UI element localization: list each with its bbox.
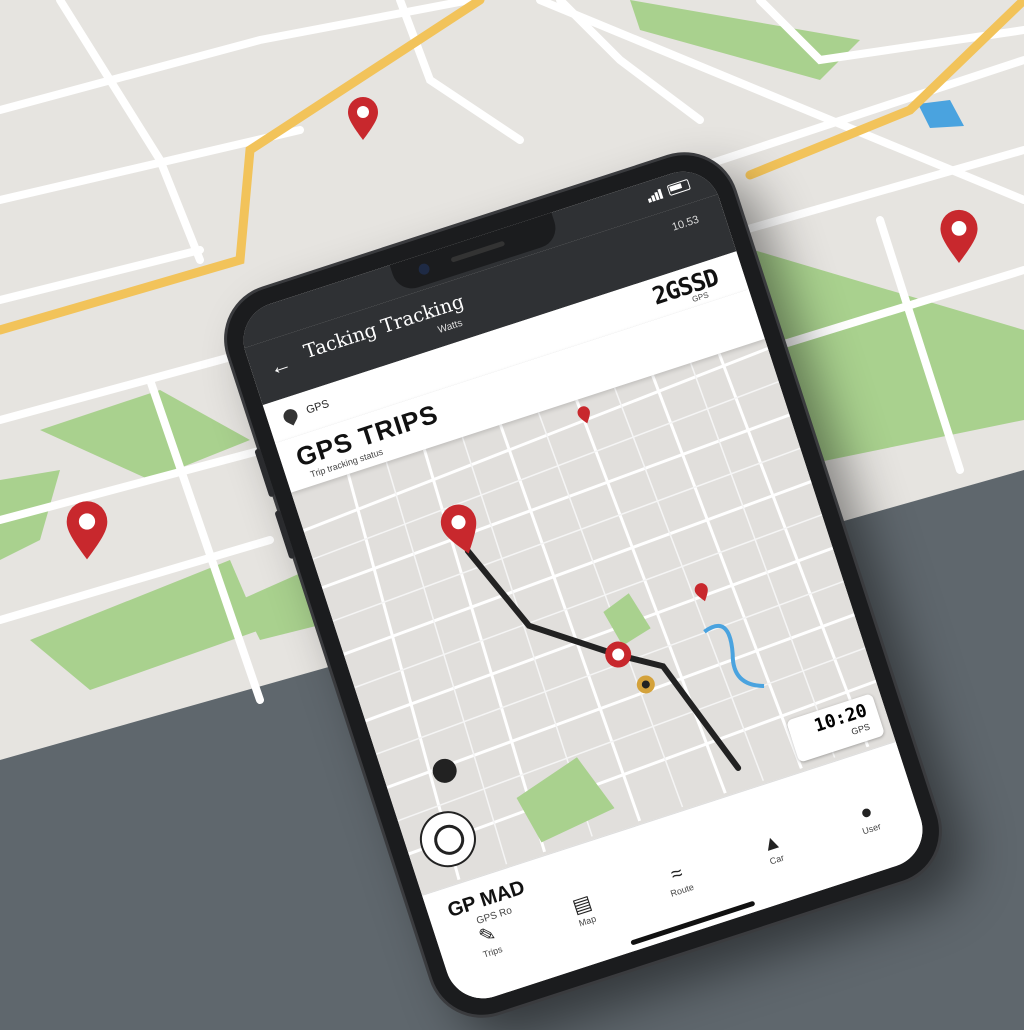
signal-icon — [646, 188, 664, 203]
nav-item-user[interactable]: ● User — [829, 790, 914, 869]
battery-icon — [666, 178, 691, 197]
map-pin-icon[interactable] — [938, 206, 980, 268]
front-camera — [417, 262, 432, 277]
nav-item-trips[interactable]: ✎ Trips — [450, 913, 535, 992]
route-line — [464, 547, 742, 772]
arrow-left-icon[interactable]: ← — [266, 350, 295, 381]
app-subtitle: Watts — [436, 317, 465, 336]
map-pin-icon[interactable] — [346, 96, 380, 142]
speaker — [450, 240, 506, 263]
scene: ← Tacking Tracking Watts 10.53 GPS 2GSSD… — [0, 0, 1024, 1029]
nav-item-car[interactable]: ▲ Car — [735, 821, 820, 900]
location-icon — [281, 406, 300, 426]
app-time: 10.53 — [670, 213, 701, 234]
park-area — [516, 757, 615, 843]
info-label: GPS — [304, 397, 331, 417]
map-pin-icon[interactable] — [64, 498, 110, 564]
nav-item-map[interactable]: ▤ Map — [545, 883, 630, 962]
